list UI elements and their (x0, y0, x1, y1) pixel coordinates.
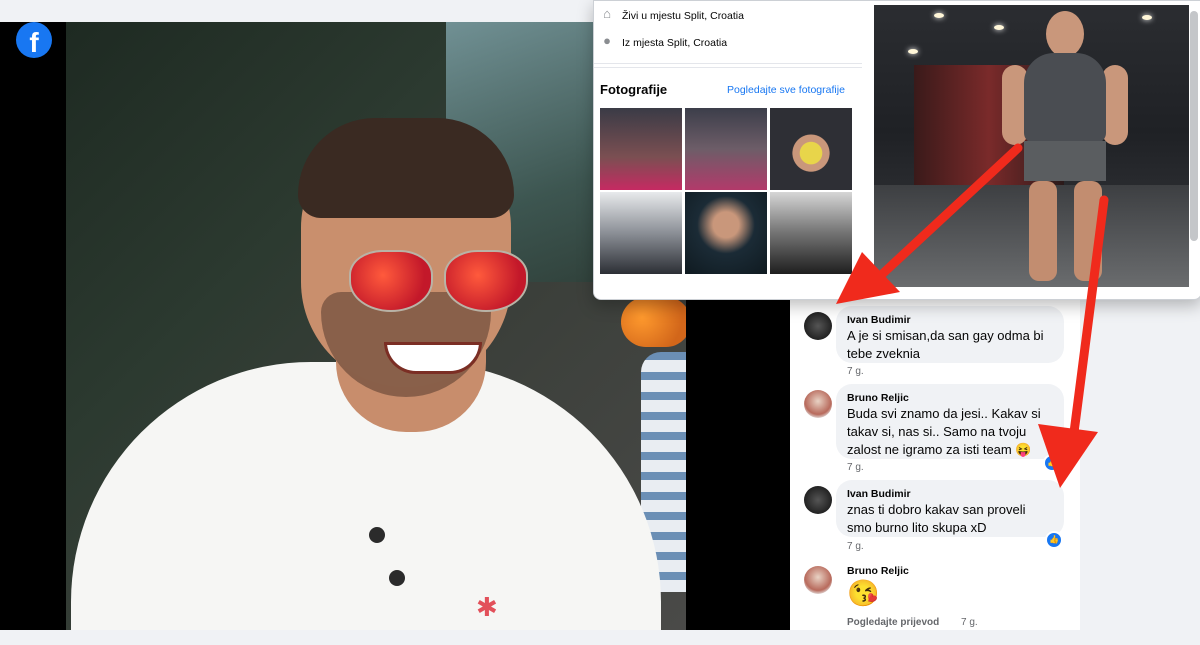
see-all-photos-link[interactable]: Pogledajte sve fotografije (727, 84, 845, 96)
athlete-torso (1024, 53, 1106, 143)
from-text[interactable]: Iz mjesta Split, Croatia (622, 34, 727, 52)
facebook-logo-icon[interactable]: f (16, 22, 52, 58)
avatar[interactable] (804, 390, 832, 418)
home-icon: ⌂ (603, 6, 611, 21)
athlete-shorts (1024, 141, 1106, 181)
comment-author[interactable]: Bruno Reljic (847, 391, 1052, 405)
photos-title[interactable]: Fotografije (600, 82, 667, 97)
location-pin-icon: ● (603, 33, 611, 48)
comment-bubble: Bruno Reljic Buda svi znamo da jesi.. Ka… (836, 384, 1064, 459)
shirt-logo-icon: ✱ (476, 592, 498, 622)
intro-card: ⌂ Živi u mjestu Split, Croatia ● Iz mjes… (594, 1, 862, 64)
avatar[interactable] (804, 312, 832, 340)
comment-time[interactable]: 7 g. (961, 617, 978, 628)
gym-photo[interactable] (874, 5, 1189, 287)
photo-thumbnail[interactable] (600, 108, 682, 190)
comment-time[interactable]: 7 g. (847, 462, 864, 473)
comment-content: Bruno Reljic 😘 (847, 564, 909, 608)
sunglasses-right-lens (444, 250, 528, 312)
ceiling-light (934, 13, 944, 18)
comment-author[interactable]: Ivan Budimir (847, 313, 1052, 327)
profile-popup-overlay: ⌂ Živi u mjestu Split, Croatia ● Iz mjes… (593, 0, 1200, 300)
scrollbar[interactable] (1190, 11, 1198, 241)
comments-panel: Ivan Budimir A je si smisan,da san gay o… (790, 298, 1080, 630)
like-reaction-icon[interactable]: 👍 (1043, 454, 1061, 472)
comment-emoji: 😘 (847, 578, 880, 608)
athlete-leg (1074, 181, 1102, 281)
bottom-strip (0, 630, 1200, 645)
comment-author[interactable]: Ivan Budimir (847, 487, 1052, 501)
athlete-head (1046, 11, 1084, 57)
shirt-button (369, 527, 385, 543)
photo-thumbnail[interactable] (770, 192, 852, 274)
comment-bubble: Ivan Budimir A je si smisan,da san gay o… (836, 306, 1064, 363)
comment-time[interactable]: 7 g. (847, 541, 864, 552)
comment-text: Buda svi znamo da jesi.. Kakav si takav … (847, 406, 1041, 457)
photo-thumbnail[interactable] (685, 108, 767, 190)
right-gutter (1080, 298, 1200, 630)
background-fruit (621, 297, 686, 347)
photos-card: Fotografije Pogledajte sve fotografije (594, 67, 862, 299)
athlete-leg (1029, 181, 1057, 281)
ceiling-light (908, 49, 918, 54)
comment-author[interactable]: Bruno Reljic (847, 564, 909, 578)
like-reaction-icon[interactable]: 👍 (1045, 531, 1063, 549)
ceiling-light (994, 25, 1004, 30)
photo-thumbnail[interactable] (770, 108, 852, 190)
photo-thumbnail[interactable] (685, 192, 767, 274)
ceiling-light (1142, 15, 1152, 20)
lives-in-text[interactable]: Živi u mjestu Split, Croatia (622, 7, 744, 25)
avatar[interactable] (804, 566, 832, 594)
shirt-button (389, 570, 405, 586)
avatar[interactable] (804, 486, 832, 514)
photo-thumbnail[interactable] (600, 192, 682, 274)
see-translation-link[interactable]: Pogledajte prijevod (847, 617, 939, 628)
sunglasses-left-lens (349, 250, 433, 312)
comment-time[interactable]: 7 g. (847, 366, 864, 377)
hair (298, 118, 514, 218)
comment-text: znas ti dobro kakav san proveli smo burn… (847, 502, 1026, 535)
comment-text: A je si smisan,da san gay odma bi tebe z… (847, 328, 1044, 361)
comment-bubble: Ivan Budimir znas ti dobro kakav san pro… (836, 480, 1064, 537)
